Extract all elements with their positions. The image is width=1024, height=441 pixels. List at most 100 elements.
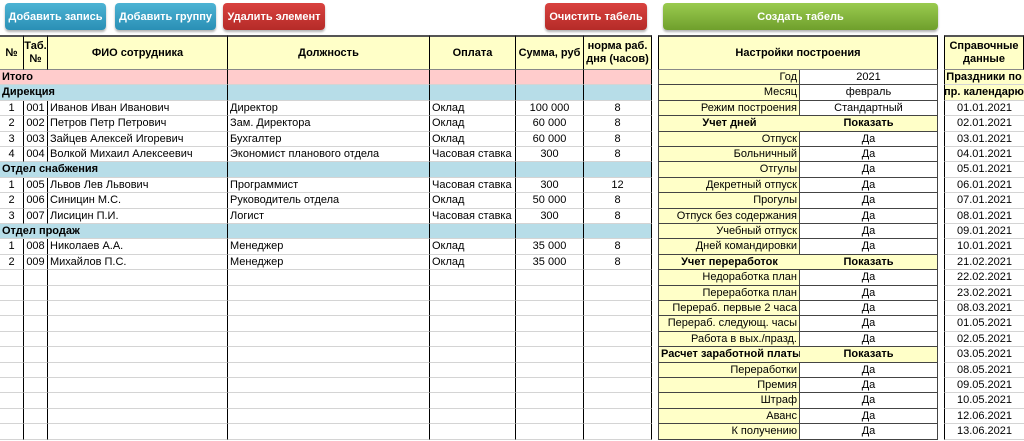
cell-tab[interactable]: 005 [24,177,48,194]
group-cell[interactable] [228,85,430,101]
empty-cell[interactable] [430,362,516,378]
clear-timesheet-button[interactable]: Очистить табель [545,3,647,30]
settings-value[interactable]: Да [800,285,938,301]
empty-cell[interactable] [24,285,48,301]
empty-cell[interactable] [48,393,228,409]
cell-position[interactable]: Менеджер [228,239,430,255]
settings-value[interactable]: Да [800,301,938,317]
settings-label[interactable]: Декретный отпуск [658,177,800,194]
empty-cell[interactable] [24,378,48,394]
holiday-date[interactable]: 10.01.2021 [944,239,1024,255]
settings-section-toggle[interactable]: Показать [800,254,938,271]
holiday-date[interactable]: 04.01.2021 [944,147,1024,163]
cell-norm[interactable]: 12 [584,177,652,194]
cell-norm[interactable]: 8 [584,254,652,271]
settings-label[interactable]: Штраф [658,393,800,409]
empty-cell[interactable] [24,424,48,440]
empty-cell[interactable] [584,424,652,440]
empty-cell[interactable] [24,347,48,363]
empty-cell[interactable] [48,316,228,332]
group-row-label[interactable]: Отдел продаж [0,224,228,240]
empty-cell[interactable] [0,362,24,378]
empty-cell[interactable] [0,408,24,425]
empty-cell[interactable] [430,378,516,394]
empty-cell[interactable] [48,362,228,378]
empty-cell[interactable] [584,301,652,317]
cell-position[interactable]: Зам. Директора [228,116,430,132]
group-cell[interactable] [584,162,652,178]
settings-label[interactable]: Отгулы [658,162,800,178]
empty-cell[interactable] [584,393,652,409]
cell-sum[interactable]: 300 [516,147,584,163]
settings-value[interactable]: Да [800,177,938,194]
settings-label[interactable]: Больничный [658,147,800,163]
settings-value[interactable]: Да [800,131,938,147]
empty-cell[interactable] [48,331,228,348]
total-cell[interactable] [228,70,430,86]
holiday-date[interactable]: 03.05.2021 [944,347,1024,363]
empty-cell[interactable] [584,270,652,286]
cell-fio[interactable]: Михайлов П.С. [48,254,228,271]
total-cell[interactable] [516,70,584,86]
empty-cell[interactable] [0,285,24,301]
empty-cell[interactable] [0,424,24,440]
cell-position[interactable]: Директор [228,100,430,117]
settings-value[interactable]: Да [800,239,938,255]
empty-cell[interactable] [584,285,652,301]
cell-norm[interactable]: 8 [584,193,652,209]
cell-tab[interactable]: 008 [24,239,48,255]
empty-cell[interactable] [430,316,516,332]
settings-value[interactable]: Да [800,224,938,240]
settings-value[interactable]: 2021 [800,70,938,86]
cell-fio[interactable]: Петров Петр Петрович [48,116,228,132]
cell-sum[interactable]: 60 000 [516,116,584,132]
group-cell[interactable] [228,162,430,178]
cell-norm[interactable]: 8 [584,131,652,147]
settings-value[interactable]: Да [800,393,938,409]
settings-label[interactable]: Год [658,70,800,86]
cell-norm[interactable]: 8 [584,239,652,255]
cell-position[interactable]: Программист [228,177,430,194]
settings-section-label[interactable]: Учет переработок [658,254,800,271]
empty-cell[interactable] [228,378,430,394]
cell-num[interactable]: 2 [0,116,24,132]
empty-cell[interactable] [516,424,584,440]
settings-label[interactable]: Перераб. первые 2 часа [658,301,800,317]
empty-cell[interactable] [0,316,24,332]
holiday-date[interactable]: 08.05.2021 [944,362,1024,378]
settings-label[interactable]: Аванс [658,408,800,425]
empty-cell[interactable] [516,316,584,332]
holiday-date[interactable]: 09.05.2021 [944,378,1024,394]
empty-cell[interactable] [48,408,228,425]
group-cell[interactable] [228,224,430,240]
cell-fio[interactable]: Иванов Иван Иванович [48,100,228,117]
empty-cell[interactable] [430,393,516,409]
cell-sum[interactable]: 60 000 [516,131,584,147]
empty-cell[interactable] [228,347,430,363]
cell-fio[interactable]: Зайцев Алексей Игоревич [48,131,228,147]
holiday-date[interactable]: 08.01.2021 [944,208,1024,224]
holiday-date[interactable]: 01.01.2021 [944,100,1024,117]
empty-cell[interactable] [516,270,584,286]
cell-sum[interactable]: 100 000 [516,100,584,117]
cell-payment[interactable]: Оклад [430,131,516,147]
empty-cell[interactable] [0,331,24,348]
settings-section-toggle[interactable]: Показать [800,347,938,363]
settings-label[interactable]: Учебный отпуск [658,224,800,240]
cell-position[interactable]: Менеджер [228,254,430,271]
cell-norm[interactable]: 8 [584,208,652,224]
empty-cell[interactable] [0,393,24,409]
empty-cell[interactable] [516,301,584,317]
empty-cell[interactable] [0,378,24,394]
cell-num[interactable]: 2 [0,254,24,271]
cell-payment[interactable]: Часовая ставка [430,177,516,194]
create-timesheet-button[interactable]: Создать табель [663,3,938,30]
group-row-label[interactable]: Отдел снабжения [0,162,228,178]
empty-cell[interactable] [584,316,652,332]
total-row-label[interactable]: Итого [0,70,228,86]
settings-label[interactable]: Прогулы [658,193,800,209]
cell-payment[interactable]: Оклад [430,254,516,271]
cell-fio[interactable]: Синицин М.С. [48,193,228,209]
cell-position[interactable]: Экономист планового отдела [228,147,430,163]
settings-label[interactable]: Отпуск без содержания [658,208,800,224]
